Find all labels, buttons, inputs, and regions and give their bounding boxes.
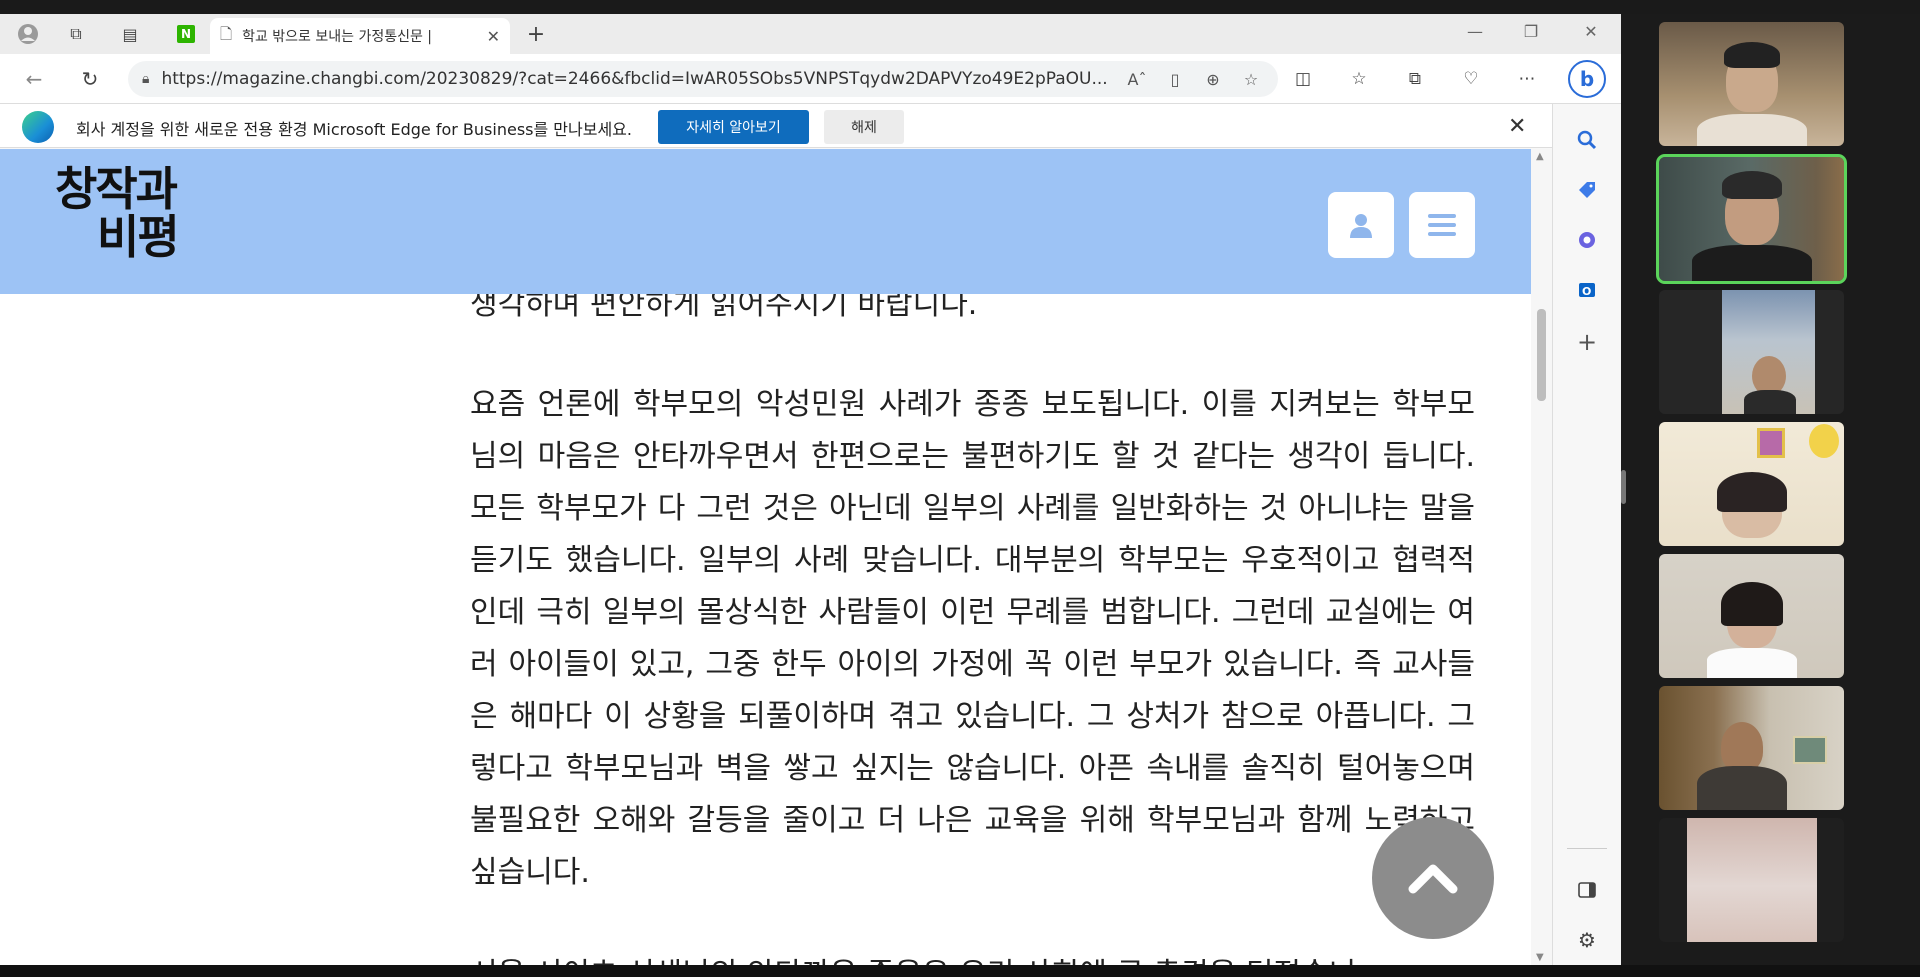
- search-icon[interactable]: [1571, 124, 1603, 156]
- address-bar[interactable]: 🔒︎ https://magazine.changbi.com/20230829…: [128, 61, 1278, 97]
- scroll-up-arrow[interactable]: ▲: [1536, 151, 1544, 162]
- web-content: 창작과 비평 생각하며 편안하게 읽어주시기 바랍니다. 요즘 언론에 학부모의…: [0, 149, 1531, 965]
- lock-icon[interactable]: 🔒︎: [142, 71, 149, 87]
- dismiss-button[interactable]: 해제: [824, 110, 904, 144]
- bing-icon[interactable]: b: [1568, 60, 1606, 98]
- learn-more-button[interactable]: 자세히 알아보기: [658, 110, 809, 144]
- tab-active[interactable]: 🗋 학교 밖으로 보내는 가정통신문 | ✕: [210, 18, 510, 54]
- new-tab-button[interactable]: +: [524, 22, 548, 47]
- tab-title: 학교 밖으로 보내는 가정통신문 |: [242, 29, 433, 45]
- zoom-icon[interactable]: ⊕: [1200, 70, 1226, 89]
- collections-icon[interactable]: ⧉: [1402, 67, 1428, 91]
- participant-video-tile[interactable]: [1659, 554, 1844, 678]
- logo-line-2: 비평: [97, 210, 180, 264]
- browser-essentials-icon[interactable]: ♡: [1458, 67, 1484, 91]
- back-icon[interactable]: ←: [22, 67, 46, 91]
- participant-video-tile[interactable]: [1659, 422, 1844, 546]
- minimize-icon[interactable]: —: [1460, 22, 1490, 41]
- window-close-icon[interactable]: ✕: [1576, 22, 1606, 41]
- menu-button[interactable]: [1409, 192, 1475, 258]
- browser-window: ⧉ ▤ N 🗋 학교 밖으로 보내는 가정통신문 | ✕ + — ❐ ✕ ← ↻…: [0, 14, 1621, 965]
- menu-icon: [1428, 214, 1456, 236]
- outlook-icon[interactable]: O: [1571, 274, 1603, 306]
- participant-video-tile[interactable]: [1659, 290, 1844, 414]
- site-logo[interactable]: 창작과 비평: [55, 162, 180, 264]
- chevron-up-icon: [1408, 864, 1458, 894]
- settings-icon[interactable]: ⚙: [1571, 924, 1603, 956]
- video-panel: [1621, 14, 1920, 965]
- restore-icon[interactable]: ❐: [1516, 22, 1546, 41]
- shopping-icon[interactable]: [1571, 174, 1603, 206]
- user-button[interactable]: [1328, 192, 1394, 258]
- scrollbar-thumb[interactable]: [1537, 309, 1546, 401]
- add-icon[interactable]: +: [1571, 326, 1603, 358]
- logo-line-1: 창작과: [55, 162, 178, 216]
- naver-icon[interactable]: N: [174, 22, 198, 46]
- copilot-icon[interactable]: [1571, 224, 1603, 256]
- workspaces-icon[interactable]: ⧉: [64, 22, 88, 46]
- tab-strip: ⧉ ▤ N 🗋 학교 밖으로 보내는 가정통신문 | ✕ + — ❐ ✕: [0, 14, 1621, 54]
- favorite-icon[interactable]: ☆: [1238, 70, 1264, 89]
- address-toolbar: ← ↻ 🔒︎ https://magazine.changbi.com/2023…: [0, 54, 1621, 104]
- edge-business-infobar: 회사 계정을 위한 새로운 전용 환경 Microsoft Edge for B…: [0, 104, 1552, 148]
- scroll-down-arrow[interactable]: ▼: [1536, 952, 1544, 963]
- sidebar-divider: [1567, 848, 1607, 849]
- edge-logo-icon: [22, 111, 54, 143]
- more-icon[interactable]: ⋯: [1514, 67, 1540, 91]
- article-next-text: 서울 서이초 선생님의 안타까운 죽음은 우리 사회에 큰 충격을 던졌습니: [470, 949, 1356, 965]
- immersive-reader-icon[interactable]: ▯: [1162, 70, 1188, 89]
- screen-bottom-bar: [0, 965, 1920, 977]
- svg-text:O: O: [1582, 285, 1591, 298]
- close-tab-icon[interactable]: ✕: [487, 27, 500, 46]
- site-header: 창작과 비평: [0, 149, 1531, 294]
- participant-video-tile[interactable]: [1659, 22, 1844, 146]
- split-screen-icon[interactable]: ◫: [1290, 67, 1316, 91]
- infobar-message: 회사 계정을 위한 새로운 전용 환경 Microsoft Edge for B…: [76, 120, 632, 139]
- article-paragraph: 요즘 언론에 학부모의 악성민원 사례가 종종 보도됩니다. 이를 지켜보는 학…: [470, 387, 1475, 890]
- infobar-close-icon[interactable]: ✕: [1508, 114, 1526, 139]
- page-scrollbar[interactable]: ▲ ▼: [1531, 149, 1552, 965]
- participant-video-tile-active[interactable]: [1656, 154, 1847, 284]
- user-icon: [1350, 214, 1372, 238]
- scroll-to-top-button[interactable]: [1372, 817, 1494, 939]
- page-icon: 🗋: [220, 24, 233, 43]
- participant-video-tile[interactable]: [1659, 686, 1844, 810]
- refresh-icon[interactable]: ↻: [78, 67, 102, 91]
- favorites-list-icon[interactable]: ☆: [1346, 67, 1372, 91]
- url-text[interactable]: https://magazine.changbi.com/20230829/?c…: [161, 69, 1112, 89]
- profile-icon[interactable]: [16, 22, 40, 46]
- tab-actions-icon[interactable]: ▤: [118, 22, 142, 46]
- read-aloud-icon[interactable]: A͏ˆ: [1124, 70, 1150, 89]
- edge-sidebar: O + ⚙: [1552, 104, 1621, 965]
- sidebar-toggle-icon[interactable]: [1571, 874, 1603, 906]
- panel-resize-handle[interactable]: [1621, 470, 1626, 504]
- participant-video-tile[interactable]: [1659, 818, 1844, 942]
- screen-top-bar: [0, 0, 1920, 14]
